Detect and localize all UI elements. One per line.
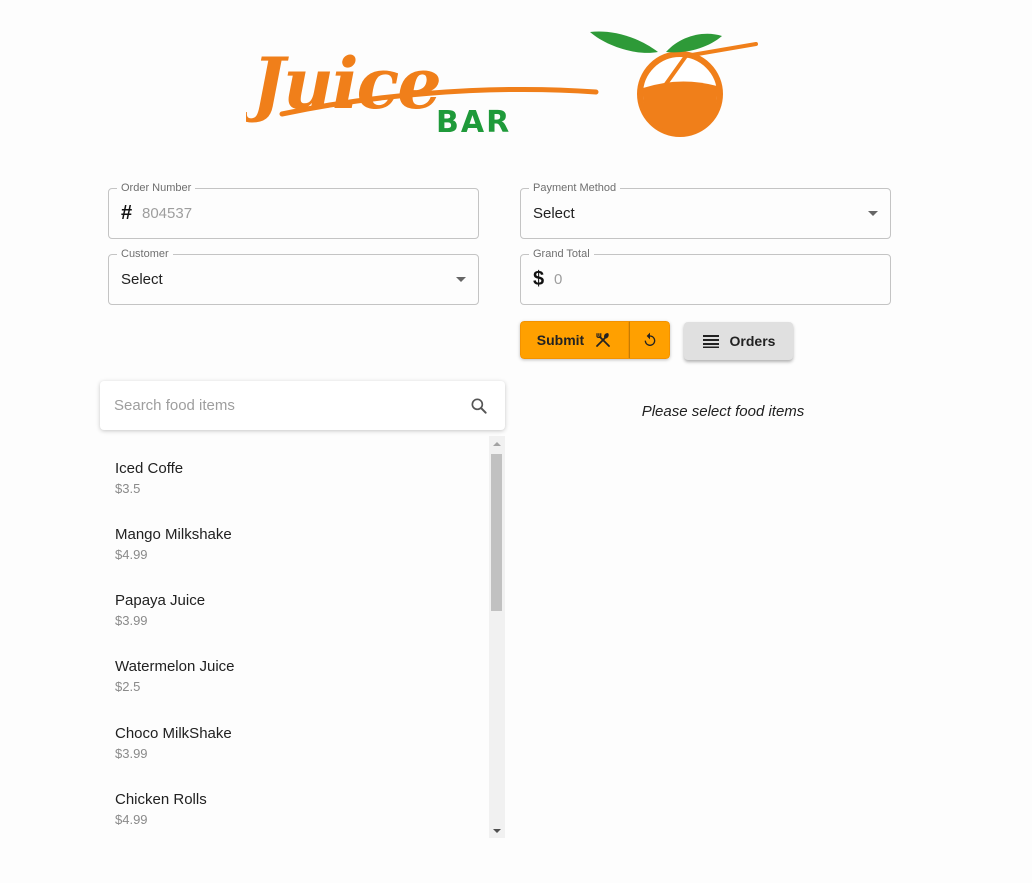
orders-label: Orders bbox=[729, 333, 776, 349]
order-number-value: 804537 bbox=[142, 205, 193, 222]
food-search-bar bbox=[100, 381, 505, 430]
customer-value: Select bbox=[121, 271, 163, 288]
submit-button[interactable]: Submit bbox=[520, 321, 629, 359]
item-price: $4.99 bbox=[115, 547, 148, 562]
grand-total-label: Grand Total bbox=[529, 247, 594, 261]
list-item[interactable]: Chicken Rolls $4.99 bbox=[115, 790, 475, 838]
item-price: $3.5 bbox=[115, 481, 141, 496]
grand-total-value: 0 bbox=[554, 271, 563, 288]
item-price: $3.99 bbox=[115, 613, 148, 628]
reset-button[interactable] bbox=[629, 321, 670, 359]
item-name: Chicken Rolls bbox=[115, 791, 207, 808]
submit-label: Submit bbox=[536, 332, 585, 348]
juice-bar-logo: Juice BAR bbox=[246, 26, 778, 138]
payment-method-value: Select bbox=[533, 205, 575, 222]
dollar-icon: $ bbox=[533, 268, 545, 290]
order-number-label: Order Number bbox=[117, 181, 196, 195]
logo-juice-text: Juice bbox=[246, 42, 440, 125]
list-item[interactable]: Watermelon Juice $2.5 bbox=[115, 657, 475, 707]
item-name: Papaya Juice bbox=[115, 592, 206, 609]
list-item[interactable]: Choco MilkShake $3.99 bbox=[115, 724, 475, 774]
food-items-list: Iced Coffe $3.5 Mango Milkshake $4.99 Pa… bbox=[100, 436, 489, 838]
orders-button[interactable]: Orders bbox=[684, 322, 793, 360]
item-price: $3.99 bbox=[115, 746, 148, 761]
empty-order-message: Please select food items bbox=[641, 403, 805, 420]
scroll-down-arrow-icon[interactable] bbox=[493, 829, 501, 833]
list-icon bbox=[702, 335, 719, 348]
logo-bar-text: BAR bbox=[436, 105, 511, 138]
scrollbar-thumb[interactable] bbox=[491, 454, 502, 611]
juice-bar-pos-page: Juice BAR Order Number # 804537 Payment … bbox=[0, 0, 1032, 883]
payment-method-label: Payment Method bbox=[529, 181, 621, 195]
item-name: Mango Milkshake bbox=[115, 526, 232, 543]
search-input[interactable] bbox=[114, 395, 454, 415]
reset-icon bbox=[644, 332, 655, 346]
scroll-up-arrow-icon[interactable] bbox=[493, 442, 501, 446]
chevron-down-icon bbox=[456, 277, 466, 282]
customer-label: Customer bbox=[117, 247, 173, 261]
submit-button-group: Submit bbox=[520, 321, 670, 359]
hash-icon: # bbox=[121, 202, 133, 224]
list-item[interactable]: Iced Coffe $3.5 bbox=[115, 459, 475, 509]
order-number-field[interactable]: Order Number # 804537 bbox=[108, 181, 479, 239]
item-price: $4.99 bbox=[115, 812, 148, 827]
payment-method-select[interactable]: Payment Method Select bbox=[520, 181, 891, 239]
food-list-scrollbar[interactable] bbox=[489, 436, 505, 838]
search-icon[interactable] bbox=[469, 396, 489, 416]
restaurant-icon bbox=[596, 333, 611, 347]
chevron-down-icon bbox=[868, 211, 878, 216]
grand-total-field[interactable]: Grand Total $ 0 bbox=[520, 247, 891, 305]
item-price: $2.5 bbox=[115, 679, 141, 694]
item-name: Watermelon Juice bbox=[115, 658, 235, 675]
list-item[interactable]: Papaya Juice $3.99 bbox=[115, 591, 475, 641]
item-name: Iced Coffe bbox=[115, 460, 184, 477]
item-name: Choco MilkShake bbox=[115, 725, 232, 742]
list-item[interactable]: Mango Milkshake $4.99 bbox=[115, 525, 475, 575]
customer-select[interactable]: Customer Select bbox=[108, 247, 479, 305]
